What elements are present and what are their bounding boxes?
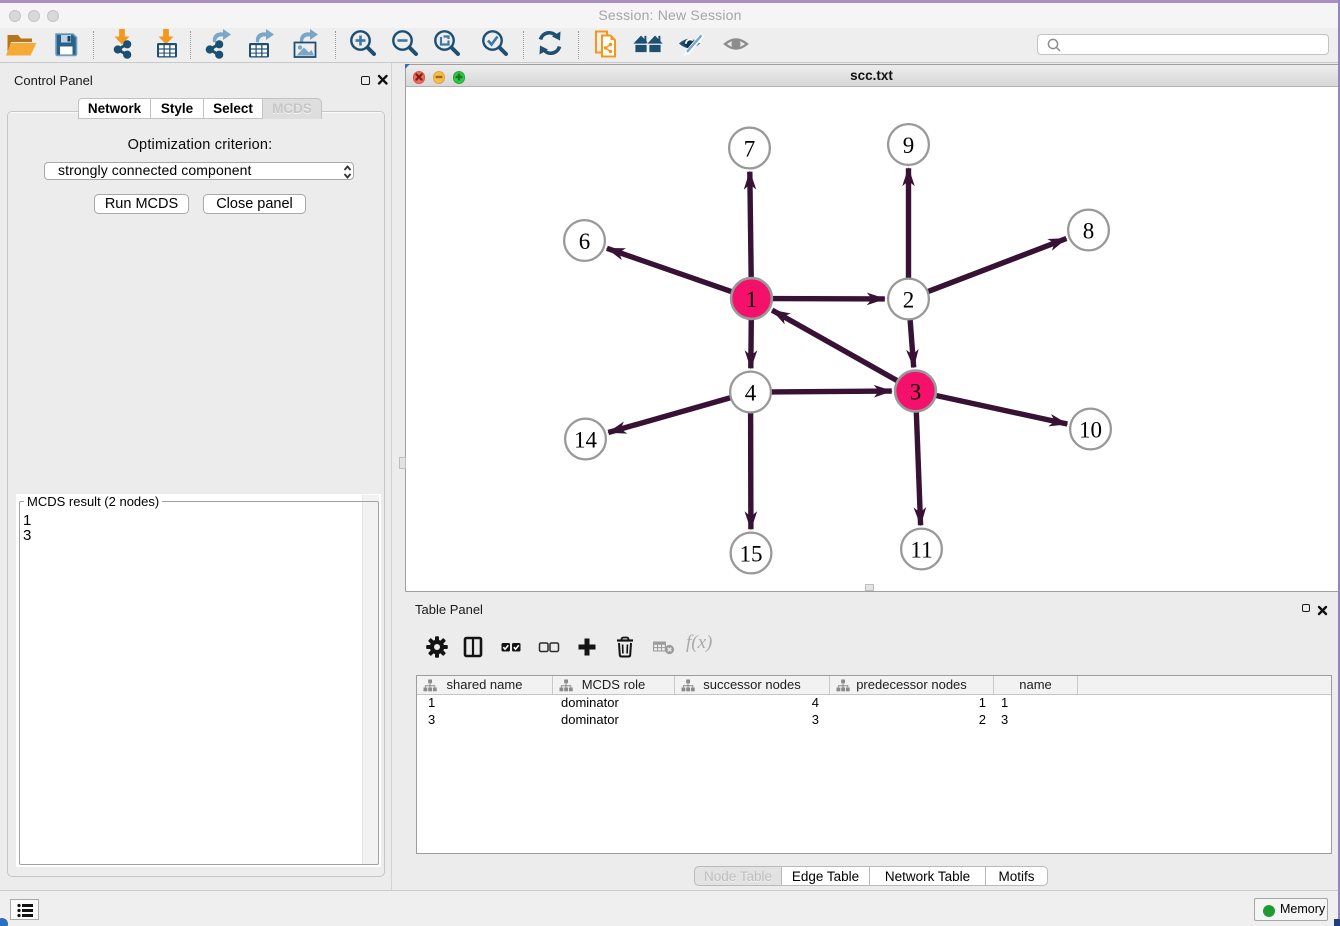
svg-text:7: 7 xyxy=(743,137,755,162)
svg-text:11: 11 xyxy=(910,538,932,563)
svg-text:14: 14 xyxy=(574,428,598,453)
svg-text:2: 2 xyxy=(902,288,914,313)
svg-text:10: 10 xyxy=(1079,418,1102,443)
svg-text:4: 4 xyxy=(744,381,756,406)
svg-text:9: 9 xyxy=(902,133,914,158)
svg-text:8: 8 xyxy=(1082,219,1094,244)
svg-text:1: 1 xyxy=(745,287,757,312)
svg-text:6: 6 xyxy=(578,229,590,254)
svg-text:15: 15 xyxy=(739,542,762,567)
svg-text:3: 3 xyxy=(909,380,921,405)
